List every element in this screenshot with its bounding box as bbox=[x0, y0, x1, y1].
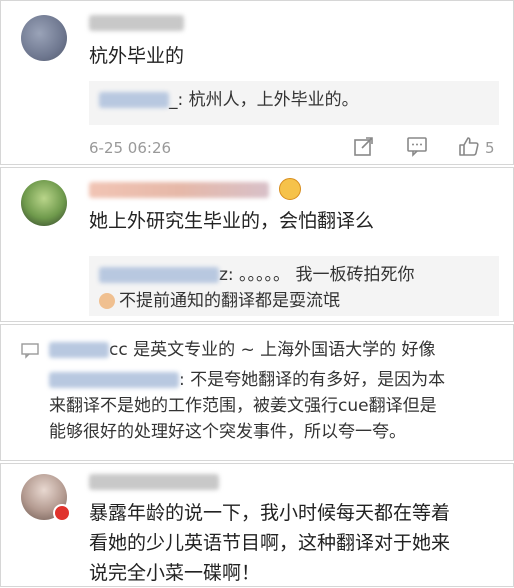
cat-emoji-icon bbox=[99, 293, 115, 309]
comment-line-3: 说完全小菜一碟啊！ bbox=[89, 562, 261, 584]
comment-text: 她上外研究生毕业的，会怕翻译么 bbox=[89, 210, 375, 232]
comment-line-2: 看她的少儿英语节目啊，这种翻译对于她来 bbox=[89, 532, 451, 554]
username-blurred[interactable] bbox=[89, 474, 219, 490]
username-blurred[interactable] bbox=[89, 15, 184, 31]
comment-icon[interactable] bbox=[406, 135, 428, 161]
avatar[interactable] bbox=[21, 15, 67, 61]
reply-line-2: 不提前通知的翻译都是耍流氓 bbox=[119, 291, 340, 311]
reply-text: _: 杭州人，上外毕业的。 bbox=[169, 90, 359, 110]
reply-username-blurred bbox=[49, 372, 179, 388]
reply-box[interactable]: _: 杭州人，上外毕业的。 bbox=[89, 81, 499, 125]
reply-username-blurred bbox=[99, 92, 169, 108]
header-line: cc 是英文专业的 ~ 上海外国语大学的 好像 bbox=[49, 337, 436, 363]
timestamp: 6-25 06:26 bbox=[89, 139, 172, 157]
comment-text: 杭外毕业的 bbox=[89, 45, 185, 67]
reply-line-1: : 不是夸她翻译的有多好，是因为本 bbox=[179, 370, 446, 390]
reply-line-2: 来翻译不是她的工作范围，被姜文强行cue翻译但是 bbox=[49, 396, 437, 416]
verified-badge-icon bbox=[53, 504, 71, 522]
username-blurred bbox=[49, 342, 109, 358]
vip-emoji-icon bbox=[279, 178, 301, 200]
comment-card-3: cc 是英文专业的 ~ 上海外国语大学的 好像 : 不是夸她翻译的有多好，是因为… bbox=[0, 324, 514, 461]
reply-box[interactable]: z: 。。。。。 我一板砖拍死你 不提前通知的翻译都是耍流氓 bbox=[89, 256, 499, 316]
comment-icon[interactable] bbox=[21, 343, 39, 363]
thumbs-up-icon[interactable] bbox=[458, 135, 480, 161]
reply-line-1: z: 。。。。。 我一板砖拍死你 bbox=[219, 265, 415, 285]
avatar[interactable] bbox=[21, 180, 67, 226]
reply-username-blurred bbox=[99, 267, 219, 283]
comment-card-4: 暴露年龄的说一下，我小时候每天都在等着 看她的少儿英语节目啊，这种翻译对于她来 … bbox=[0, 463, 514, 587]
comment-card-2: 她上外研究生毕业的，会怕翻译么 z: 。。。。。 我一板砖拍死你 不提前通知的翻… bbox=[0, 167, 514, 322]
share-icon[interactable] bbox=[353, 135, 375, 161]
comment-line-1: 暴露年龄的说一下，我小时候每天都在等着 bbox=[89, 502, 451, 524]
header-text: cc 是英文专业的 ~ 上海外国语大学的 好像 bbox=[109, 340, 436, 360]
like-count: 5 bbox=[485, 139, 495, 157]
comment-card-1: 杭外毕业的 _: 杭州人，上外毕业的。 6-25 06:26 5 bbox=[0, 0, 514, 165]
reply-line-3: 能够很好的处理好这个突发事件，所以夸一夸。 bbox=[49, 422, 406, 442]
username-blurred[interactable] bbox=[89, 182, 269, 198]
reply-body: : 不是夸她翻译的有多好，是因为本 来翻译不是她的工作范围，被姜文强行cue翻译… bbox=[49, 367, 509, 445]
